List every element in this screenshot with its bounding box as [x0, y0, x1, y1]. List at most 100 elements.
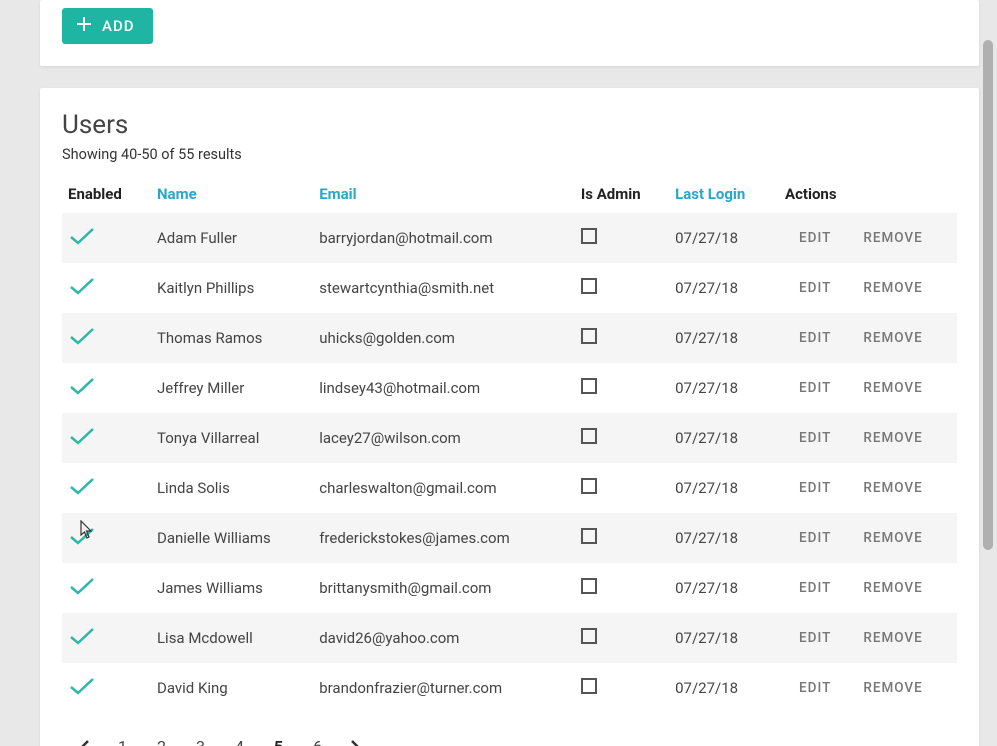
- edit-button[interactable]: EDIT: [797, 426, 833, 450]
- pagination-page[interactable]: 1: [112, 735, 133, 746]
- remove-button[interactable]: REMOVE: [861, 226, 924, 250]
- edit-button[interactable]: EDIT: [797, 326, 833, 350]
- user-email: brandonfrazier@turner.com: [313, 663, 575, 713]
- is-admin-checkbox[interactable]: [581, 428, 597, 444]
- pagination-page[interactable]: 5: [268, 735, 289, 746]
- pagination-prev[interactable]: [76, 738, 94, 746]
- user-name: Kaitlyn Phillips: [151, 263, 313, 313]
- user-last-login: 07/27/18: [669, 663, 779, 713]
- user-name: Danielle Williams: [151, 513, 313, 563]
- check-icon: [68, 225, 96, 247]
- edit-button[interactable]: EDIT: [797, 676, 833, 700]
- table-row: Adam Fullerbarryjordan@hotmail.com 07/27/…: [62, 213, 957, 263]
- edit-button[interactable]: EDIT: [797, 276, 833, 300]
- is-admin-checkbox[interactable]: [581, 578, 597, 594]
- col-name-header[interactable]: Name: [151, 177, 313, 213]
- users-card: Users Showing 40-50 of 55 results Enable…: [40, 88, 979, 746]
- users-title: Users: [62, 110, 957, 140]
- pagination-page[interactable]: 4: [229, 735, 250, 746]
- scrollbar-thumb[interactable]: [983, 40, 993, 550]
- col-enabled-header[interactable]: Enabled: [62, 177, 151, 213]
- pagination-page[interactable]: 6: [307, 735, 328, 746]
- remove-button[interactable]: REMOVE: [861, 626, 924, 650]
- remove-button[interactable]: REMOVE: [861, 326, 924, 350]
- user-name: Adam Fuller: [151, 213, 313, 263]
- table-row: Danielle Williamsfrederickstokes@james.c…: [62, 513, 957, 563]
- table-row: Thomas Ramosuhicks@golden.com 07/27/18 EDI…: [62, 313, 957, 363]
- user-last-login: 07/27/18: [669, 513, 779, 563]
- check-icon: [68, 575, 96, 597]
- user-email: david26@yahoo.com: [313, 613, 575, 663]
- edit-button[interactable]: EDIT: [797, 226, 833, 250]
- user-name: Thomas Ramos: [151, 313, 313, 363]
- is-admin-checkbox[interactable]: [581, 278, 597, 294]
- user-last-login: 07/27/18: [669, 363, 779, 413]
- col-is-admin-header[interactable]: Is Admin: [575, 177, 669, 213]
- user-last-login: 07/27/18: [669, 313, 779, 363]
- remove-button[interactable]: REMOVE: [861, 576, 924, 600]
- pagination-page[interactable]: 2: [151, 735, 172, 746]
- user-last-login: 07/27/18: [669, 563, 779, 613]
- check-icon: [68, 275, 96, 297]
- table-row: David Kingbrandonfrazier@turner.com07/27…: [62, 663, 957, 713]
- user-name: Lisa Mcdowell: [151, 613, 313, 663]
- edit-button[interactable]: EDIT: [797, 476, 833, 500]
- user-email: lindsey43@hotmail.com: [313, 363, 575, 413]
- user-email: frederickstokes@james.com: [313, 513, 575, 563]
- user-last-login: 07/27/18: [669, 413, 779, 463]
- remove-button[interactable]: REMOVE: [861, 676, 924, 700]
- scrollbar-track[interactable]: [981, 0, 995, 746]
- add-button[interactable]: ADD: [62, 8, 153, 44]
- add-button-label: ADD: [102, 17, 135, 35]
- table-row: Tonya Villarreallacey27@wilson.com 07/27/…: [62, 413, 957, 463]
- is-admin-checkbox[interactable]: [581, 528, 597, 544]
- user-last-login: 07/27/18: [669, 463, 779, 513]
- user-email: lacey27@wilson.com: [313, 413, 575, 463]
- col-last-login-header[interactable]: Last Login: [669, 177, 779, 213]
- is-admin-checkbox[interactable]: [581, 328, 597, 344]
- edit-button[interactable]: EDIT: [797, 576, 833, 600]
- user-email: uhicks@golden.com: [313, 313, 575, 363]
- table-row: Lisa Mcdowelldavid26@yahoo.com 07/27/18 ED…: [62, 613, 957, 663]
- table-row: Jeffrey Millerlindsey43@hotmail.com07/27…: [62, 363, 957, 413]
- check-icon: [68, 425, 96, 447]
- pagination-page[interactable]: 3: [190, 735, 211, 746]
- remove-button[interactable]: REMOVE: [861, 476, 924, 500]
- users-table: Enabled Name Email Is Admin Last Login A…: [62, 177, 957, 713]
- check-icon: [68, 525, 96, 547]
- user-email: stewartcynthia@smith.net: [313, 263, 575, 313]
- user-last-login: 07/27/18: [669, 613, 779, 663]
- pagination-next[interactable]: [346, 738, 364, 746]
- is-admin-checkbox[interactable]: [581, 678, 597, 694]
- user-last-login: 07/27/18: [669, 213, 779, 263]
- users-subtitle: Showing 40-50 of 55 results: [62, 146, 957, 163]
- table-row: Kaitlyn Phillipsstewartcynthia@smith.net…: [62, 263, 957, 313]
- edit-button[interactable]: EDIT: [797, 626, 833, 650]
- user-email: brittanysmith@gmail.com: [313, 563, 575, 613]
- remove-button[interactable]: REMOVE: [861, 526, 924, 550]
- user-last-login: 07/27/18: [669, 263, 779, 313]
- check-icon: [68, 675, 96, 697]
- top-card: ADD: [40, 0, 979, 66]
- remove-button[interactable]: REMOVE: [861, 376, 924, 400]
- check-icon: [68, 375, 96, 397]
- col-email-header[interactable]: Email: [313, 177, 575, 213]
- check-icon: [68, 475, 96, 497]
- edit-button[interactable]: EDIT: [797, 526, 833, 550]
- user-email: barryjordan@hotmail.com: [313, 213, 575, 263]
- remove-button[interactable]: REMOVE: [861, 426, 924, 450]
- table-row: Linda Solischarleswalton@gmail.com07/27/…: [62, 463, 957, 513]
- check-icon: [68, 325, 96, 347]
- is-admin-checkbox[interactable]: [581, 378, 597, 394]
- user-name: Tonya Villarreal: [151, 413, 313, 463]
- is-admin-checkbox[interactable]: [581, 478, 597, 494]
- user-email: charleswalton@gmail.com: [313, 463, 575, 513]
- plus-icon: [76, 16, 92, 36]
- remove-button[interactable]: REMOVE: [861, 276, 924, 300]
- user-name: James Williams: [151, 563, 313, 613]
- pagination: 1 2 3 4 5 6: [62, 713, 957, 746]
- col-actions-header: Actions: [779, 177, 957, 213]
- is-admin-checkbox[interactable]: [581, 628, 597, 644]
- is-admin-checkbox[interactable]: [581, 228, 597, 244]
- edit-button[interactable]: EDIT: [797, 376, 833, 400]
